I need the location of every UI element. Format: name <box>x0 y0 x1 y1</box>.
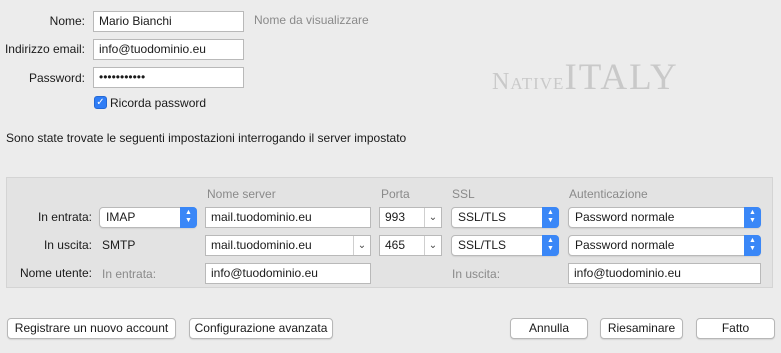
username-label: Nome utente: <box>19 266 92 280</box>
updown-arrows-icon: ▲ ▼ <box>542 207 559 228</box>
incoming-port-combo[interactable]: 993 ⌄ <box>379 207 442 228</box>
outgoing-auth-select[interactable]: Password normale ▲ ▼ <box>568 235 761 256</box>
native-italy-logo: NativeITALY <box>492 57 679 98</box>
checkmark-icon: ✓ <box>96 97 105 108</box>
name-field[interactable]: Mario Bianchi <box>93 11 244 32</box>
updown-arrows-icon: ▲ ▼ <box>744 235 761 256</box>
retest-button[interactable]: Riesaminare <box>600 318 683 339</box>
username-incoming-label: In entrata: <box>102 267 157 281</box>
incoming-label: In entrata: <box>37 210 92 224</box>
incoming-auth-select[interactable]: Password normale ▲ ▼ <box>568 207 761 228</box>
updown-arrows-icon: ▲ ▼ <box>542 235 559 256</box>
username-outgoing-field[interactable]: info@tuodominio.eu <box>568 263 761 284</box>
status-message: Sono state trovate le seguenti impostazi… <box>6 131 407 145</box>
name-hint: Nome da visualizzare <box>254 13 369 27</box>
password-label: Password: <box>28 71 85 85</box>
name-label: Nome: <box>49 14 85 28</box>
chevron-down-icon[interactable]: ⌄ <box>424 236 441 255</box>
outgoing-server-combo[interactable]: mail.tuodominio.eu ⌄ <box>205 235 371 256</box>
header-server: Nome server <box>207 187 276 201</box>
header-port: Porta <box>381 187 410 201</box>
incoming-protocol-select[interactable]: IMAP ▲ ▼ <box>99 207 197 228</box>
header-ssl: SSL <box>452 187 475 201</box>
remember-password-checkbox[interactable]: ✓ <box>94 96 107 109</box>
advanced-config-button[interactable]: Configurazione avanzata <box>189 318 333 339</box>
username-outgoing-label: In uscita: <box>452 267 501 281</box>
outgoing-port-combo[interactable]: 465 ⌄ <box>379 235 442 256</box>
new-account-button[interactable]: Registrare un nuovo account <box>7 318 176 339</box>
done-button[interactable]: Fatto <box>696 318 775 339</box>
outgoing-label: In uscita: <box>43 238 92 252</box>
outgoing-ssl-select[interactable]: SSL/TLS ▲ ▼ <box>451 235 559 256</box>
outgoing-protocol: SMTP <box>102 238 136 252</box>
email-field[interactable]: info@tuodominio.eu <box>93 39 244 60</box>
chevron-down-icon[interactable]: ⌄ <box>424 208 441 227</box>
email-label: Indirizzo email: <box>4 42 85 56</box>
incoming-server-field[interactable]: mail.tuodominio.eu <box>205 207 371 228</box>
incoming-ssl-select[interactable]: SSL/TLS ▲ ▼ <box>451 207 559 228</box>
chevron-down-icon[interactable]: ⌄ <box>353 236 370 255</box>
username-incoming-field[interactable]: info@tuodominio.eu <box>205 263 371 284</box>
updown-arrows-icon: ▲ ▼ <box>180 207 197 228</box>
header-auth: Autenticazione <box>569 187 648 201</box>
updown-arrows-icon: ▲ ▼ <box>744 207 761 228</box>
password-field[interactable]: ••••••••••• <box>93 67 244 88</box>
cancel-button[interactable]: Annulla <box>510 318 588 339</box>
remember-password-label[interactable]: Ricorda password <box>110 96 206 110</box>
